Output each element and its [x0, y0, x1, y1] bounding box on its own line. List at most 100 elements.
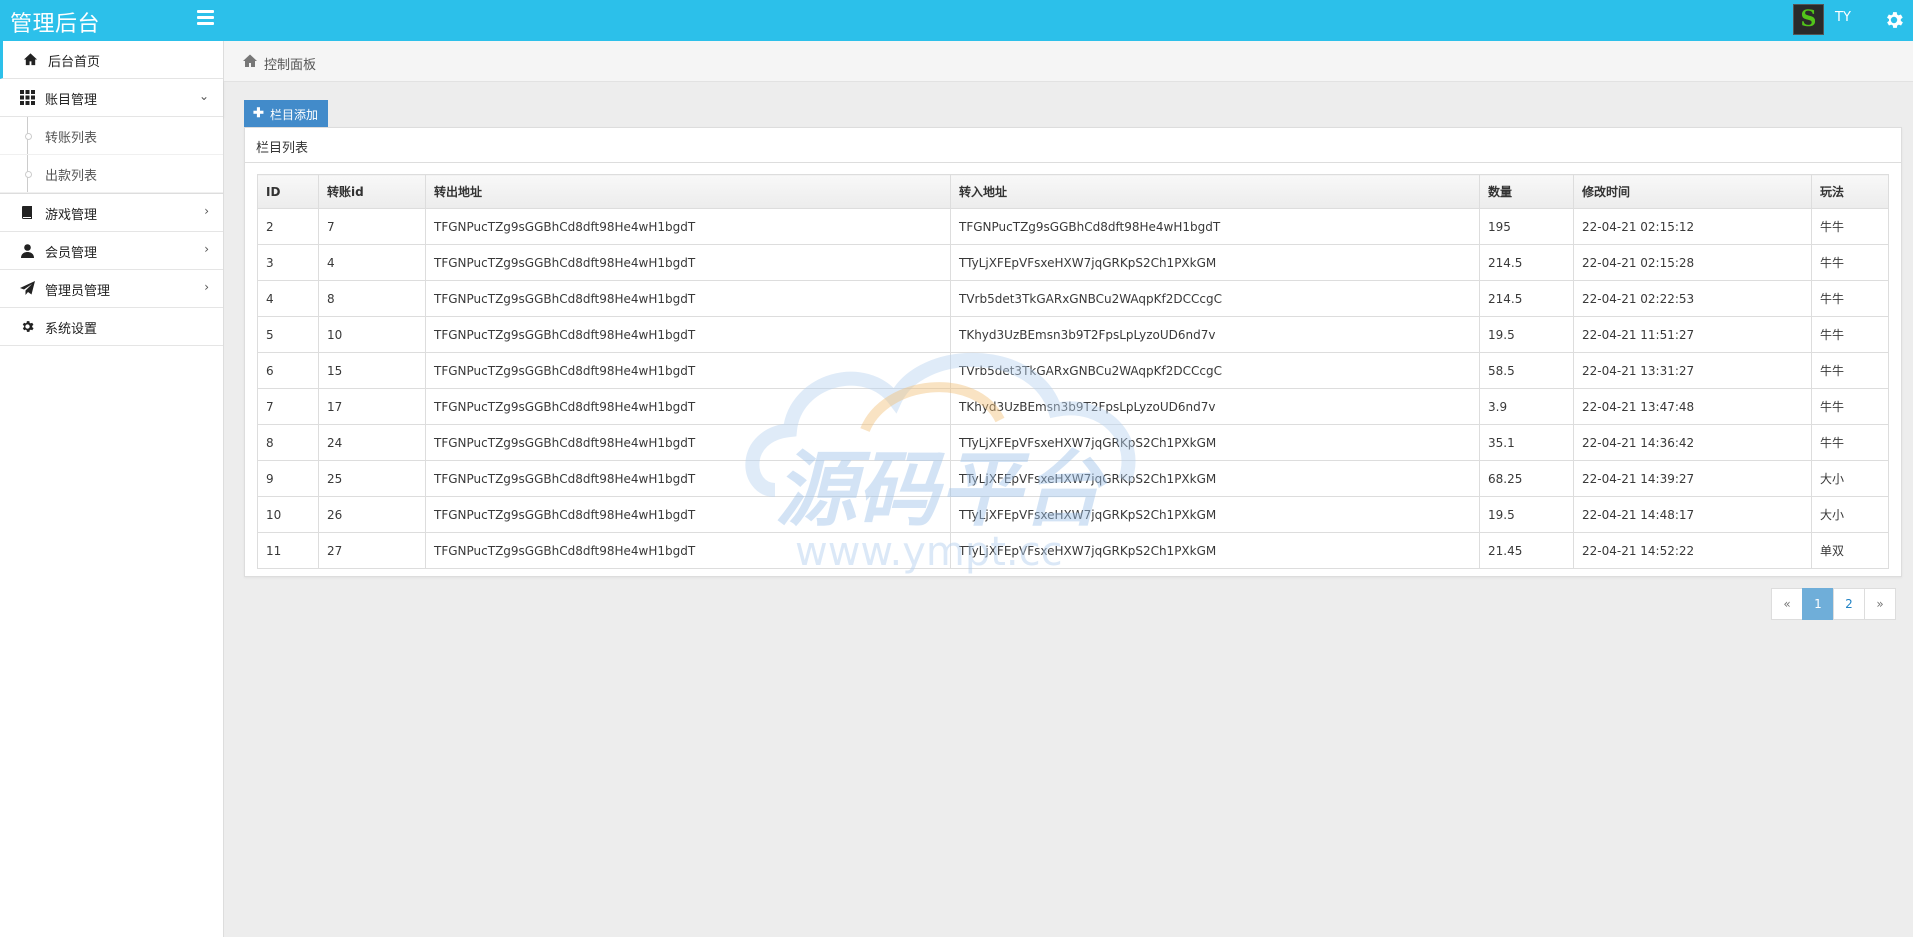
table-cell: 10: [257, 496, 319, 533]
chevron-right-icon: ›: [204, 280, 209, 294]
list-panel: 栏目列表 ID 转账id 转出地址 转入地址 数量 修改时间 玩法 2 7 TFGN…: [244, 127, 1902, 577]
table-row[interactable]: 8 24 TFGNPucTZg9sGGBhCd8dft98He4wH1bgdT TTy…: [257, 424, 1889, 461]
table-cell: 牛牛: [1811, 424, 1889, 461]
sidebar-item-label: 账目管理: [45, 93, 98, 108]
table-cell: 牛牛: [1811, 208, 1889, 245]
pagination-page-2[interactable]: 2: [1833, 588, 1865, 620]
table-cell: TFGNPucTZg9sGGBhCd8dft98He4wH1bgdT: [425, 388, 951, 425]
table-row[interactable]: 7 17 TFGNPucTZg9sGGBhCd8dft98He4wH1bgdT TKh…: [257, 388, 1889, 425]
table-cell: TTyLjXFEpVFsxeHXW7jqGRKpS2Ch1PXkGM: [950, 496, 1480, 533]
sidebar-subitem-label: 出款列表: [45, 169, 98, 184]
table-cell: 22-04-21 14:39:27: [1573, 460, 1812, 497]
chevron-right-icon: ›: [204, 204, 209, 218]
table-cell: 22-04-21 02:15:28: [1573, 244, 1812, 281]
sidebar-item-label: 系统设置: [45, 322, 98, 337]
pagination-page-1[interactable]: 1: [1802, 588, 1834, 620]
column-header[interactable]: 修改时间: [1573, 174, 1812, 209]
table-cell: 7: [257, 388, 319, 425]
book-icon: [22, 206, 32, 219]
username[interactable]: TY: [1835, 10, 1851, 25]
table-cell: 195: [1479, 208, 1574, 245]
sidebar-subitem-transfer-list[interactable]: 转账列表: [0, 117, 223, 155]
sidebar-item-games[interactable]: 游戏管理 ›: [0, 194, 223, 232]
table-row[interactable]: 9 25 TFGNPucTZg9sGGBhCd8dft98He4wH1bgdT TTy…: [257, 460, 1889, 497]
table-cell: 3: [257, 244, 319, 281]
table-cell: TFGNPucTZg9sGGBhCd8dft98He4wH1bgdT: [950, 208, 1480, 245]
column-header[interactable]: 转出地址: [425, 174, 951, 209]
app-title[interactable]: 管理后台: [10, 6, 100, 38]
chevron-down-icon: ⌄: [198, 89, 209, 103]
submenu-accounts: 转账列表 出款列表: [0, 117, 223, 194]
table-cell: 牛牛: [1811, 352, 1889, 389]
table-cell: 214.5: [1479, 280, 1574, 317]
sidebar-item-label: 游戏管理: [45, 208, 98, 223]
table-cell: 7: [318, 208, 426, 245]
transfer-table: ID 转账id 转出地址 转入地址 数量 修改时间 玩法 2 7 TFGNPucTZ…: [257, 174, 1889, 569]
menu-toggle-icon[interactable]: [197, 10, 216, 26]
table-cell: 5: [257, 316, 319, 353]
table-cell: 10: [318, 316, 426, 353]
table-cell: 牛牛: [1811, 316, 1889, 353]
panel-header: 栏目列表: [245, 128, 1901, 163]
table-cell: 大小: [1811, 496, 1889, 533]
user-icon: [21, 244, 34, 258]
panel-title: 栏目列表: [256, 141, 309, 156]
table-cell: TFGNPucTZg9sGGBhCd8dft98He4wH1bgdT: [425, 496, 951, 533]
table-cell: 22-04-21 13:47:48: [1573, 388, 1812, 425]
table-cell: 22-04-21 13:31:27: [1573, 352, 1812, 389]
column-header[interactable]: 数量: [1479, 174, 1574, 209]
table-row[interactable]: 4 8 TFGNPucTZg9sGGBhCd8dft98He4wH1bgdT TVrb…: [257, 280, 1889, 317]
home-icon[interactable]: [241, 53, 259, 69]
table-cell: TFGNPucTZg9sGGBhCd8dft98He4wH1bgdT: [425, 460, 951, 497]
breadcrumb-item[interactable]: 控制面板: [264, 54, 316, 73]
table-row[interactable]: 2 7 TFGNPucTZg9sGGBhCd8dft98He4wH1bgdT TFGN…: [257, 208, 1889, 245]
sidebar-item-admins[interactable]: 管理员管理 ›: [0, 270, 223, 308]
table-cell: 17: [318, 388, 426, 425]
table-cell: TTyLjXFEpVFsxeHXW7jqGRKpS2Ch1PXkGM: [950, 244, 1480, 281]
table-cell: TVrb5det3TkGARxGNBCu2WAqpKf2DCCcgC: [950, 352, 1480, 389]
table-cell: TFGNPucTZg9sGGBhCd8dft98He4wH1bgdT: [425, 352, 951, 389]
table-row[interactable]: 10 26 TFGNPucTZg9sGGBhCd8dft98He4wH1bgdT TT…: [257, 496, 1889, 533]
table-cell: 大小: [1811, 460, 1889, 497]
chevron-right-icon: ›: [204, 242, 209, 256]
table-header-row: ID 转账id 转出地址 转入地址 数量 修改时间 玩法: [257, 174, 1889, 209]
sidebar-item-members[interactable]: 会员管理 ›: [0, 232, 223, 270]
table-row[interactable]: 5 10 TFGNPucTZg9sGGBhCd8dft98He4wH1bgdT TKh…: [257, 316, 1889, 353]
table-cell: 牛牛: [1811, 388, 1889, 425]
table-cell: 8: [318, 280, 426, 317]
table-row[interactable]: 3 4 TFGNPucTZg9sGGBhCd8dft98He4wH1bgdT TTyL…: [257, 244, 1889, 281]
table-cell: 26: [318, 496, 426, 533]
sidebar-item-label: 管理员管理: [45, 284, 111, 299]
tree-dot-icon: [25, 171, 32, 178]
table-cell: 22-04-21 14:36:42: [1573, 424, 1812, 461]
add-column-button[interactable]: ✚ 栏目添加: [244, 100, 328, 127]
avatar[interactable]: S: [1793, 4, 1824, 35]
settings-gear-icon[interactable]: [1883, 9, 1905, 31]
pagination-next[interactable]: »: [1864, 588, 1896, 620]
table-cell: 6: [257, 352, 319, 389]
column-header[interactable]: 转入地址: [950, 174, 1480, 209]
pagination: « 1 2 »: [1771, 588, 1896, 620]
gear-icon: [22, 321, 34, 332]
sidebar-item-accounts[interactable]: 账目管理 ⌄: [0, 79, 223, 117]
pagination-prev[interactable]: «: [1771, 588, 1803, 620]
table-cell: 68.25: [1479, 460, 1574, 497]
table-cell: 4: [257, 280, 319, 317]
table-cell: TVrb5det3TkGARxGNBCu2WAqpKf2DCCcgC: [950, 280, 1480, 317]
table-cell: 22-04-21 14:52:22: [1573, 532, 1812, 569]
table-cell: TKhyd3UzBEmsn3b9T2FpsLpLyzoUD6nd7v: [950, 316, 1480, 353]
table-cell: 25: [318, 460, 426, 497]
table-cell: TFGNPucTZg9sGGBhCd8dft98He4wH1bgdT: [425, 280, 951, 317]
table-row[interactable]: 11 27 TFGNPucTZg9sGGBhCd8dft98He4wH1bgdT TT…: [257, 532, 1889, 569]
column-header[interactable]: 转账id: [318, 174, 426, 209]
table-cell: 15: [318, 352, 426, 389]
sidebar-item-settings[interactable]: 系统设置: [0, 308, 223, 346]
plus-icon: ✚: [253, 105, 264, 120]
column-header[interactable]: ID: [257, 174, 319, 209]
column-header[interactable]: 玩法: [1811, 174, 1889, 209]
table-cell: 3.9: [1479, 388, 1574, 425]
table-cell: TFGNPucTZg9sGGBhCd8dft98He4wH1bgdT: [425, 424, 951, 461]
sidebar-item-home[interactable]: 后台首页: [0, 41, 223, 79]
table-row[interactable]: 6 15 TFGNPucTZg9sGGBhCd8dft98He4wH1bgdT TVr…: [257, 352, 1889, 389]
sidebar-subitem-payout-list[interactable]: 出款列表: [0, 155, 223, 193]
